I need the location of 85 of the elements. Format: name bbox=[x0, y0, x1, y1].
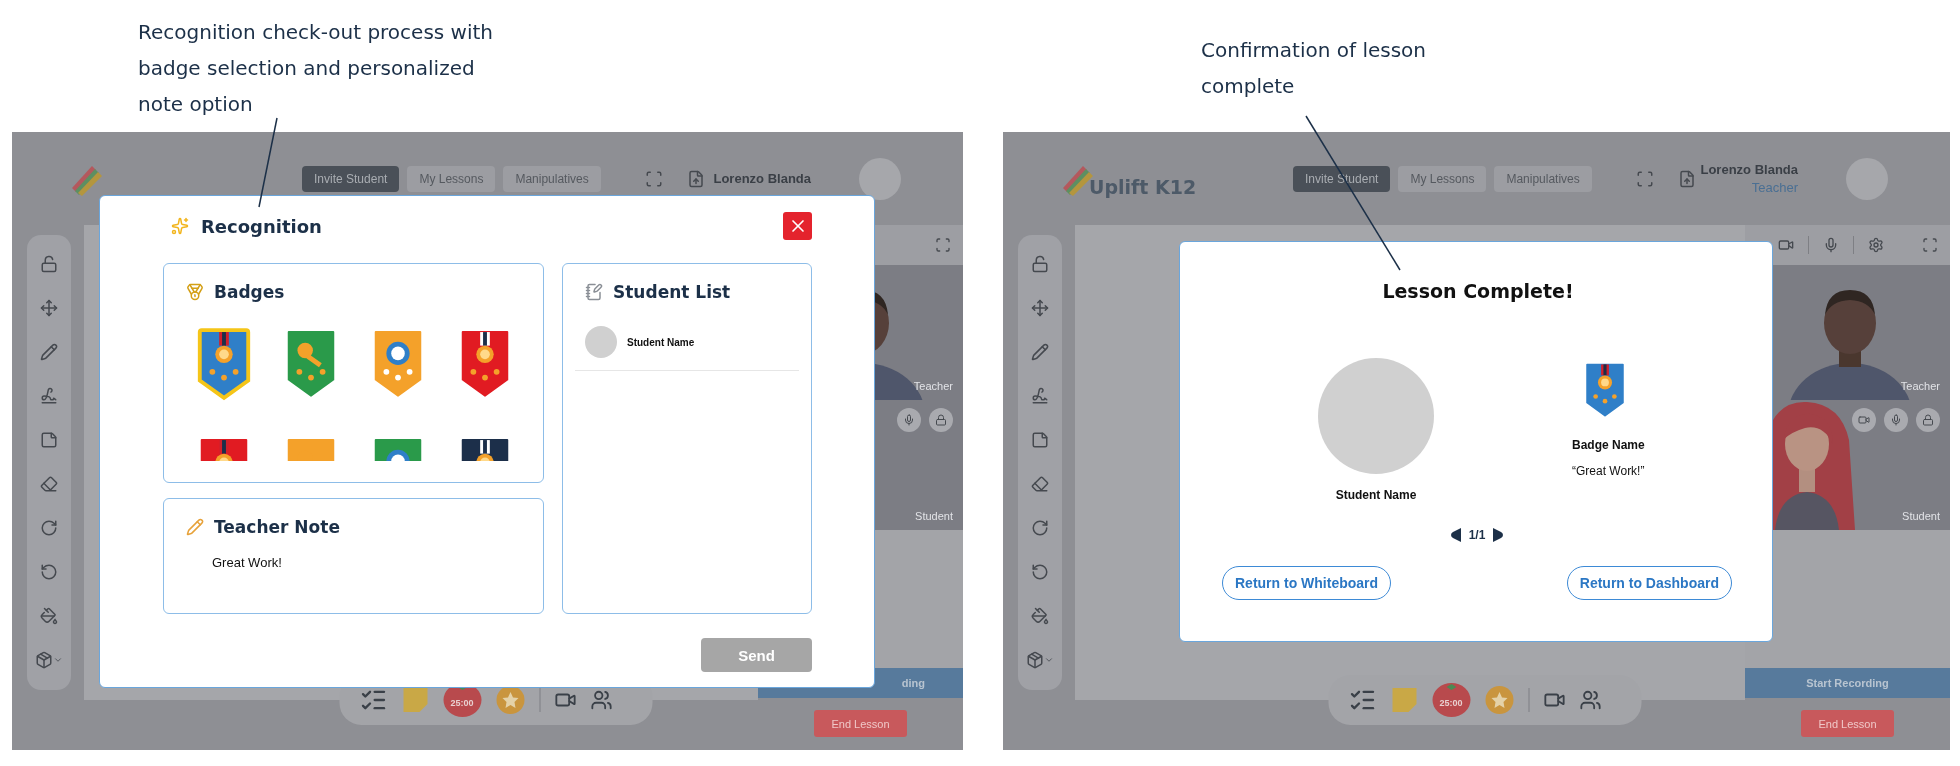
card-title: Teacher Note bbox=[214, 517, 340, 537]
video-label: Teacher bbox=[913, 380, 953, 392]
video-camera-icon bbox=[1858, 414, 1870, 426]
lock-open-icon[interactable] bbox=[40, 255, 58, 273]
user-name: Lorenzo Blanda bbox=[713, 171, 811, 186]
avatar bbox=[585, 326, 617, 358]
user-name: Lorenzo Blanda bbox=[1700, 162, 1798, 177]
lock-open-icon[interactable] bbox=[1031, 255, 1049, 273]
caret-icon[interactable] bbox=[53, 655, 63, 665]
video-label: Teacher bbox=[1900, 380, 1940, 392]
fullscreen-icon[interactable] bbox=[935, 237, 951, 253]
card-title: Student List bbox=[613, 282, 731, 302]
pencil-icon[interactable] bbox=[1031, 343, 1049, 361]
file-upload-icon[interactable] bbox=[1677, 169, 1696, 188]
nav-button[interactable]: Manipulatives bbox=[1494, 165, 1592, 192]
microphone-icon bbox=[1890, 414, 1902, 426]
caret-icon[interactable] bbox=[1044, 655, 1054, 665]
previous-button[interactable] bbox=[1448, 528, 1463, 542]
student-row[interactable]: Student Name bbox=[575, 326, 799, 371]
card-title: Badges bbox=[214, 282, 285, 302]
nav-button[interactable]: My Lessons bbox=[1398, 165, 1487, 192]
annotation-text: Recognition check-out process with badge selection and personalized note option bbox=[138, 19, 495, 118]
box-icon[interactable] bbox=[35, 651, 53, 669]
dialog-title: Recognition bbox=[201, 215, 322, 237]
box-icon[interactable] bbox=[1026, 651, 1044, 669]
star-badge-icon[interactable] bbox=[495, 685, 525, 715]
paint-bucket-icon[interactable] bbox=[40, 607, 58, 625]
pencil-icon bbox=[186, 518, 204, 536]
timer-button[interactable]: 25:00 bbox=[1432, 683, 1470, 717]
video-label: Student bbox=[1902, 510, 1940, 522]
eraser-icon[interactable] bbox=[1031, 475, 1049, 493]
people-icon[interactable] bbox=[1579, 689, 1601, 711]
start-recording-button[interactable]: Start Recording bbox=[1745, 668, 1950, 698]
fullscreen-icon[interactable] bbox=[644, 169, 663, 188]
nav-button[interactable]: Manipulatives bbox=[503, 165, 601, 192]
avatar[interactable] bbox=[859, 157, 901, 200]
student-name: Student Name bbox=[627, 336, 695, 348]
teacher-quote: “Great Work!” bbox=[1572, 464, 1645, 478]
fullscreen-icon[interactable] bbox=[1922, 237, 1938, 253]
sticky-note-icon[interactable] bbox=[401, 686, 429, 714]
badge-name: Badge Name bbox=[1572, 438, 1645, 452]
fullscreen-icon[interactable] bbox=[1635, 169, 1654, 188]
people-icon[interactable] bbox=[590, 689, 612, 711]
leaf-icon bbox=[1446, 684, 1456, 690]
nav-button[interactable]: Invite Student bbox=[302, 165, 400, 192]
redo-icon[interactable] bbox=[40, 519, 58, 537]
sticky-note-icon[interactable] bbox=[40, 431, 58, 449]
star-badge-icon[interactable] bbox=[1484, 685, 1514, 715]
eraser-icon[interactable] bbox=[40, 475, 58, 493]
close-button[interactable] bbox=[783, 212, 812, 240]
file-upload-icon[interactable] bbox=[686, 169, 705, 188]
sparkle-icon bbox=[171, 217, 189, 235]
undo-icon[interactable] bbox=[1031, 563, 1049, 581]
microphone-icon[interactable] bbox=[1823, 237, 1839, 253]
lock-icon bbox=[1922, 414, 1934, 426]
lock-icon bbox=[935, 414, 947, 426]
note-field[interactable]: Great Work! bbox=[212, 555, 512, 583]
dialog-title: Lesson Complete! bbox=[1382, 280, 1574, 302]
redo-icon[interactable] bbox=[1031, 519, 1049, 537]
video-label: Student bbox=[915, 510, 953, 522]
user-role: Teacher bbox=[1751, 180, 1798, 195]
move-icon[interactable] bbox=[40, 299, 58, 317]
signature-icon[interactable] bbox=[40, 387, 58, 405]
student-name: Student Name bbox=[1335, 488, 1417, 502]
settings-icon[interactable] bbox=[1868, 237, 1884, 253]
nav-button[interactable]: Invite Student bbox=[1293, 165, 1391, 192]
medal-icon bbox=[186, 283, 204, 301]
end-lesson-button[interactable]: End Lesson bbox=[814, 710, 907, 737]
undo-icon[interactable] bbox=[40, 563, 58, 581]
signature-icon[interactable] bbox=[1031, 387, 1049, 405]
sticky-note-icon[interactable] bbox=[1031, 431, 1049, 449]
annotation-text: Confirmation of lesson complete bbox=[1201, 37, 1427, 100]
video-camera-icon[interactable] bbox=[1778, 237, 1794, 253]
return-whiteboard-button[interactable]: Return to Whiteboard bbox=[1222, 566, 1392, 600]
page-indicator: 1/1 bbox=[1468, 528, 1486, 542]
paint-bucket-icon[interactable] bbox=[1031, 607, 1049, 625]
return-dashboard-button[interactable]: Return to Dashboard bbox=[1566, 566, 1732, 600]
end-lesson-button[interactable]: End Lesson bbox=[1801, 710, 1894, 737]
pencil-icon[interactable] bbox=[40, 343, 58, 361]
notepad-icon bbox=[585, 283, 603, 301]
move-icon[interactable] bbox=[1031, 299, 1049, 317]
microphone-icon bbox=[903, 414, 915, 426]
logo-text: Uplift K12 bbox=[1089, 175, 1197, 198]
next-button[interactable] bbox=[1491, 528, 1506, 542]
nav-button[interactable]: My Lessons bbox=[407, 165, 496, 192]
